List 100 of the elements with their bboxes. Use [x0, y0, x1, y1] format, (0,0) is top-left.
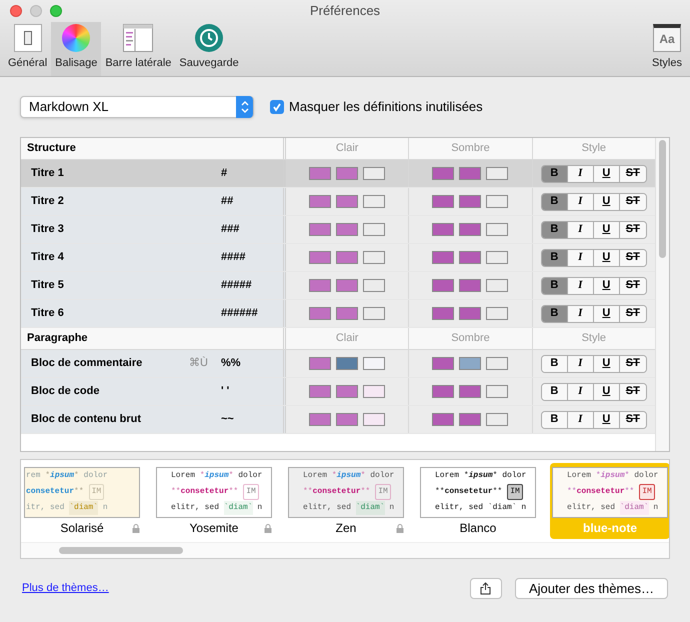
color-swatch[interactable]	[486, 195, 508, 208]
color-swatch[interactable]	[459, 167, 482, 180]
color-swatch[interactable]	[486, 279, 508, 292]
color-swatch[interactable]	[363, 167, 386, 180]
table-row[interactable]: Titre 5 ##### B I U ST	[21, 272, 655, 300]
color-swatch[interactable]	[432, 279, 454, 292]
color-swatch[interactable]	[336, 413, 358, 426]
style-toggle[interactable]: I	[568, 306, 594, 322]
share-button[interactable]	[470, 578, 502, 599]
scrollbar-thumb[interactable]	[659, 140, 666, 258]
style-toggle[interactable]: ST	[620, 384, 646, 400]
color-swatch[interactable]	[432, 195, 454, 208]
table-row[interactable]: Bloc de code ' ' B I U ST	[21, 378, 655, 406]
color-swatch[interactable]	[432, 385, 454, 398]
style-toggle[interactable]: ST	[620, 250, 646, 266]
color-swatch[interactable]	[336, 251, 358, 264]
style-toggle[interactable]: U	[594, 306, 620, 322]
color-swatch[interactable]	[336, 357, 358, 370]
color-swatch[interactable]	[486, 385, 508, 398]
style-toggle[interactable]: I	[568, 278, 594, 294]
toolbar-tab[interactable]: Aa Styles	[648, 22, 686, 76]
color-swatch[interactable]	[432, 413, 454, 426]
style-toggle[interactable]: ST	[620, 194, 646, 210]
color-swatch[interactable]	[336, 195, 358, 208]
scrollbar-thumb[interactable]	[59, 547, 183, 554]
color-swatch[interactable]	[309, 413, 332, 426]
color-swatch[interactable]	[363, 279, 386, 292]
color-swatch[interactable]	[432, 357, 454, 370]
style-toggle[interactable]: I	[568, 166, 594, 182]
color-swatch[interactable]	[309, 385, 332, 398]
color-swatch[interactable]	[486, 251, 508, 264]
color-swatch[interactable]	[363, 223, 386, 236]
style-toggle[interactable]: U	[594, 412, 620, 428]
style-toggle[interactable]: I	[568, 356, 594, 372]
table-row[interactable]: Bloc de contenu brut ~~ B I U ST	[21, 406, 655, 434]
color-swatch[interactable]	[336, 307, 358, 320]
style-toggle[interactable]: U	[594, 250, 620, 266]
style-toggle[interactable]: B	[542, 412, 568, 428]
color-swatch[interactable]	[309, 223, 332, 236]
style-toggle[interactable]: B	[542, 306, 568, 322]
table-row[interactable]: Titre 3 ### B I U ST	[21, 216, 655, 244]
color-swatch[interactable]	[432, 167, 454, 180]
color-swatch[interactable]	[459, 357, 482, 370]
color-swatch[interactable]	[459, 195, 482, 208]
color-swatch[interactable]	[432, 307, 454, 320]
color-swatch[interactable]	[459, 385, 482, 398]
toolbar-tab[interactable]: Sauvegarde	[175, 22, 243, 76]
color-swatch[interactable]	[363, 195, 386, 208]
toolbar-tab[interactable]: Général	[4, 22, 52, 76]
color-swatch[interactable]	[363, 307, 386, 320]
color-swatch[interactable]	[432, 223, 454, 236]
style-toggle[interactable]: I	[568, 222, 594, 238]
color-swatch[interactable]	[309, 195, 332, 208]
color-swatch[interactable]	[336, 223, 358, 236]
color-swatch[interactable]	[486, 307, 508, 320]
checkbox[interactable]	[270, 100, 284, 114]
color-swatch[interactable]	[486, 413, 508, 426]
color-swatch[interactable]	[486, 223, 508, 236]
color-swatch[interactable]	[309, 279, 332, 292]
style-toggle[interactable]: ST	[620, 222, 646, 238]
style-toggle[interactable]: U	[594, 278, 620, 294]
color-swatch[interactable]	[309, 357, 332, 370]
minimize-button[interactable]	[30, 5, 42, 17]
style-toggle[interactable]: ST	[620, 306, 646, 322]
table-row[interactable]: Bloc de commentaire ⌘Ù %% B I U ST	[21, 350, 655, 378]
toolbar-tab[interactable]: Barre latérale	[101, 22, 176, 76]
style-toggle[interactable]: B	[542, 356, 568, 372]
color-swatch[interactable]	[336, 385, 358, 398]
style-toggle[interactable]: I	[568, 412, 594, 428]
color-swatch[interactable]	[309, 251, 332, 264]
add-themes-button[interactable]: Ajouter des thèmes…	[514, 578, 668, 599]
color-swatch[interactable]	[459, 279, 482, 292]
table-row[interactable]: Titre 6 ###### B I U ST	[21, 300, 655, 328]
color-swatch[interactable]	[486, 167, 508, 180]
color-swatch[interactable]	[309, 307, 332, 320]
style-toggle[interactable]: B	[542, 222, 568, 238]
zoom-button[interactable]	[50, 5, 62, 17]
style-toggle[interactable]: U	[594, 166, 620, 182]
style-toggle[interactable]: U	[594, 194, 620, 210]
style-toggle[interactable]: I	[568, 194, 594, 210]
style-toggle[interactable]: B	[542, 194, 568, 210]
style-toggle[interactable]: ST	[620, 278, 646, 294]
style-toggle[interactable]: B	[542, 384, 568, 400]
color-swatch[interactable]	[432, 251, 454, 264]
theme-card[interactable]: Lorem *ipsum* dolor **consetetur** IM elitr, sed `diam` n blue-note	[550, 463, 669, 539]
toolbar-tab[interactable]: Balisage	[51, 22, 102, 76]
color-swatch[interactable]	[363, 251, 386, 264]
table-row[interactable]: Titre 2 ## B I U ST	[21, 188, 655, 216]
style-toggle[interactable]: ST	[620, 356, 646, 372]
style-toggle[interactable]: U	[594, 356, 620, 372]
color-swatch[interactable]	[459, 251, 482, 264]
style-toggle[interactable]: I	[568, 384, 594, 400]
color-swatch[interactable]	[486, 357, 508, 370]
color-swatch[interactable]	[363, 413, 386, 426]
color-swatch[interactable]	[363, 357, 386, 370]
color-swatch[interactable]	[459, 413, 482, 426]
color-swatch[interactable]	[309, 167, 332, 180]
style-toggle[interactable]: U	[594, 222, 620, 238]
style-toggle[interactable]: I	[568, 250, 594, 266]
color-swatch[interactable]	[336, 167, 358, 180]
